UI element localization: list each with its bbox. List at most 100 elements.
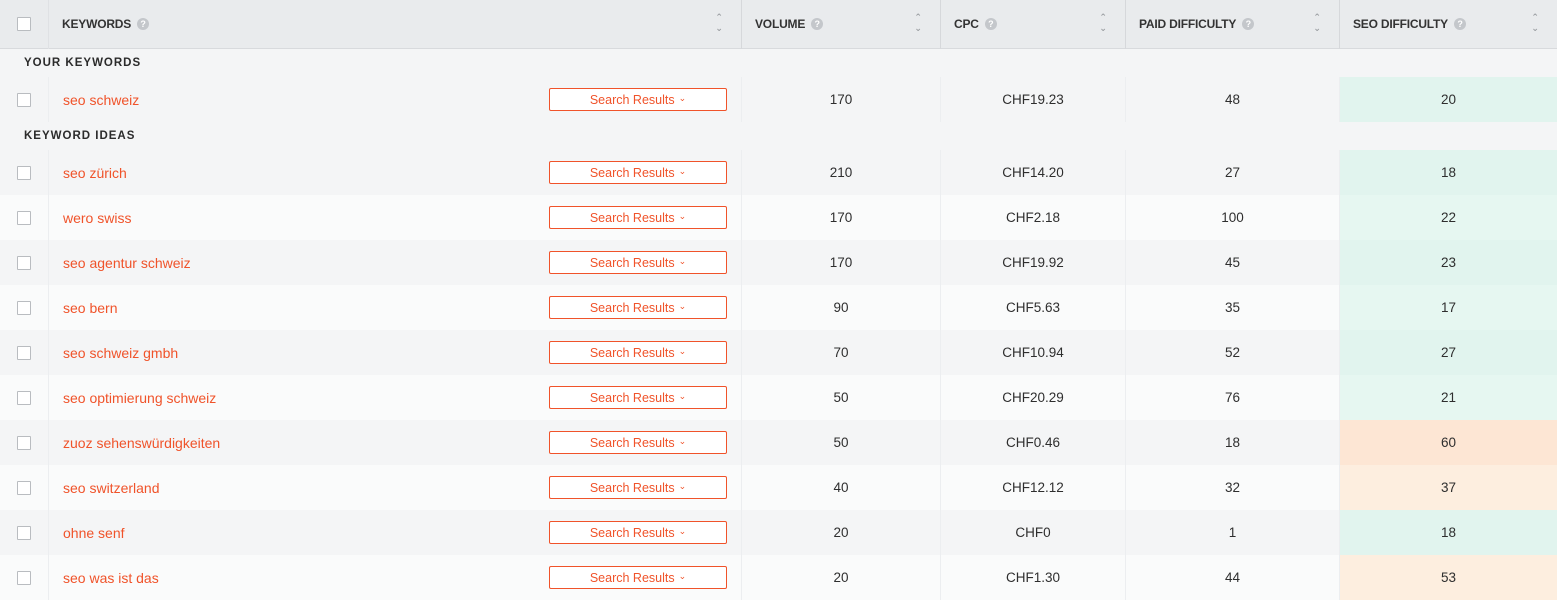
search-results-button[interactable]: Search Results ⌄: [549, 296, 727, 319]
column-label-keywords: KEYWORDS: [62, 17, 132, 31]
cpc-cell: CHF12.12: [941, 465, 1126, 510]
keyword-link[interactable]: wero swiss: [49, 210, 549, 226]
search-results-label: Search Results: [589, 92, 675, 107]
keyword-ideas-list: seo zürich Search Results ⌄ 210 CHF14.20…: [0, 150, 1557, 600]
keyword-link[interactable]: seo was ist das: [49, 570, 549, 586]
keyword-cell: wero swiss Search Results ⌄: [49, 195, 742, 240]
table-header: KEYWORDS ? ⌃ ⌄ VOLUME ? ⌃ ⌄ CPC ? ⌃ ⌄ PAID …: [0, 0, 1557, 49]
row-checkbox[interactable]: [17, 255, 31, 270]
row-checkbox[interactable]: [17, 210, 31, 225]
keyword-link[interactable]: seo zürich: [49, 165, 549, 181]
row-checkbox[interactable]: [17, 390, 31, 405]
search-results-button[interactable]: Search Results ⌄: [549, 521, 727, 544]
help-icon[interactable]: ?: [811, 18, 824, 30]
keyword-cell: seo agentur schweiz Search Results ⌄: [49, 240, 742, 285]
cpc-cell: CHF19.23: [941, 77, 1126, 122]
cpc-cell: CHF0: [941, 510, 1126, 555]
search-results-label: Search Results: [589, 165, 675, 180]
search-results-button[interactable]: Search Results ⌄: [549, 386, 727, 409]
seo-difficulty-cell: 18: [1340, 150, 1557, 195]
keyword-link[interactable]: seo schweiz: [49, 92, 549, 108]
sort-icon[interactable]: ⌃ ⌄: [714, 12, 724, 36]
help-icon[interactable]: ?: [1453, 18, 1466, 30]
column-label-paid-difficulty: PAID DIFFICULTY: [1139, 17, 1237, 31]
keyword-cell: seo zürich Search Results ⌄: [49, 150, 742, 195]
row-select-cell: [0, 240, 49, 285]
column-header-paid-difficulty[interactable]: PAID DIFFICULTY ? ⌃ ⌄: [1126, 0, 1340, 49]
cpc-cell: CHF10.94: [941, 330, 1126, 375]
help-icon[interactable]: ?: [1242, 18, 1255, 30]
search-results-button[interactable]: Search Results ⌄: [549, 341, 727, 364]
paid-difficulty-cell: 100: [1126, 195, 1340, 240]
search-results-label: Search Results: [589, 525, 675, 540]
keyword-link[interactable]: zuoz sehenswürdigkeiten: [49, 435, 549, 451]
keyword-link[interactable]: seo optimierung schweiz: [49, 390, 549, 406]
table-row: seo agentur schweiz Search Results ⌄ 170…: [0, 240, 1557, 285]
volume-cell: 70: [742, 330, 941, 375]
row-select-cell: [0, 150, 49, 195]
paid-difficulty-cell: 35: [1126, 285, 1340, 330]
column-header-volume[interactable]: VOLUME ? ⌃ ⌄: [742, 0, 941, 49]
row-checkbox[interactable]: [17, 92, 31, 107]
row-checkbox[interactable]: [17, 300, 31, 315]
row-checkbox[interactable]: [17, 345, 31, 360]
sort-icon[interactable]: ⌃ ⌄: [913, 12, 923, 36]
keyword-link[interactable]: seo schweiz gmbh: [49, 345, 549, 361]
keyword-cell: zuoz sehenswürdigkeiten Search Results ⌄: [49, 420, 742, 465]
seo-difficulty-cell: 60: [1340, 420, 1557, 465]
keyword-cell: seo optimierung schweiz Search Results ⌄: [49, 375, 742, 420]
section-your-keywords: YOUR KEYWORDS: [0, 49, 1557, 77]
search-results-label: Search Results: [589, 210, 675, 225]
search-results-button[interactable]: Search Results ⌄: [549, 161, 727, 184]
keyword-link[interactable]: seo bern: [49, 300, 549, 316]
header-select-all-cell: [0, 0, 49, 49]
search-results-button[interactable]: Search Results ⌄: [549, 566, 727, 589]
select-all-checkbox[interactable]: [17, 17, 31, 31]
help-icon[interactable]: ?: [137, 18, 150, 30]
row-checkbox[interactable]: [17, 570, 31, 585]
column-header-cpc[interactable]: CPC ? ⌃ ⌄: [941, 0, 1126, 49]
sort-icon[interactable]: ⌃ ⌄: [1312, 12, 1322, 36]
row-checkbox[interactable]: [17, 435, 31, 450]
cpc-cell: CHF2.18: [941, 195, 1126, 240]
chevron-down-icon: ⌄: [678, 346, 687, 356]
chevron-down-icon: ⌄: [678, 93, 687, 103]
cpc-cell: CHF1.30: [941, 555, 1126, 600]
paid-difficulty-cell: 32: [1126, 465, 1340, 510]
row-select-cell: [0, 77, 49, 122]
volume-cell: 20: [742, 555, 941, 600]
column-label-cpc: CPC: [954, 17, 979, 31]
keyword-table: KEYWORDS ? ⌃ ⌄ VOLUME ? ⌃ ⌄ CPC ? ⌃ ⌄ PAID …: [0, 0, 1557, 600]
seo-difficulty-cell: 21: [1340, 375, 1557, 420]
row-select-cell: [0, 375, 49, 420]
keyword-link[interactable]: seo switzerland: [49, 480, 549, 496]
keyword-link[interactable]: ohne senf: [49, 525, 549, 541]
row-checkbox[interactable]: [17, 525, 31, 540]
search-results-button[interactable]: Search Results ⌄: [549, 206, 727, 229]
column-header-keywords[interactable]: KEYWORDS ? ⌃ ⌄: [49, 0, 742, 49]
chevron-down-icon: ⌄: [678, 211, 687, 221]
keyword-cell: seo switzerland Search Results ⌄: [49, 465, 742, 510]
search-results-button[interactable]: Search Results ⌄: [549, 251, 727, 274]
keyword-cell: ohne senf Search Results ⌄: [49, 510, 742, 555]
help-icon[interactable]: ?: [984, 18, 997, 30]
volume-cell: 170: [742, 77, 941, 122]
column-header-seo-difficulty[interactable]: SEO DIFFICULTY ? ⌃ ⌄: [1340, 0, 1557, 49]
row-select-cell: [0, 420, 49, 465]
search-results-button[interactable]: Search Results ⌄: [549, 431, 727, 454]
row-checkbox[interactable]: [17, 480, 31, 495]
seo-difficulty-cell: 27: [1340, 330, 1557, 375]
search-results-label: Search Results: [589, 570, 675, 585]
keyword-link[interactable]: seo agentur schweiz: [49, 255, 549, 271]
chevron-down-icon: ⌄: [678, 166, 687, 176]
search-results-button[interactable]: Search Results ⌄: [549, 88, 727, 111]
row-select-cell: [0, 465, 49, 510]
row-checkbox[interactable]: [17, 165, 31, 180]
chevron-down-icon: ⌄: [678, 436, 687, 446]
sort-icon[interactable]: ⌃ ⌄: [1530, 12, 1540, 36]
sort-icon[interactable]: ⌃ ⌄: [1098, 12, 1108, 36]
paid-difficulty-cell: 52: [1126, 330, 1340, 375]
row-select-cell: [0, 330, 49, 375]
keyword-cell: seo bern Search Results ⌄: [49, 285, 742, 330]
search-results-button[interactable]: Search Results ⌄: [549, 476, 727, 499]
